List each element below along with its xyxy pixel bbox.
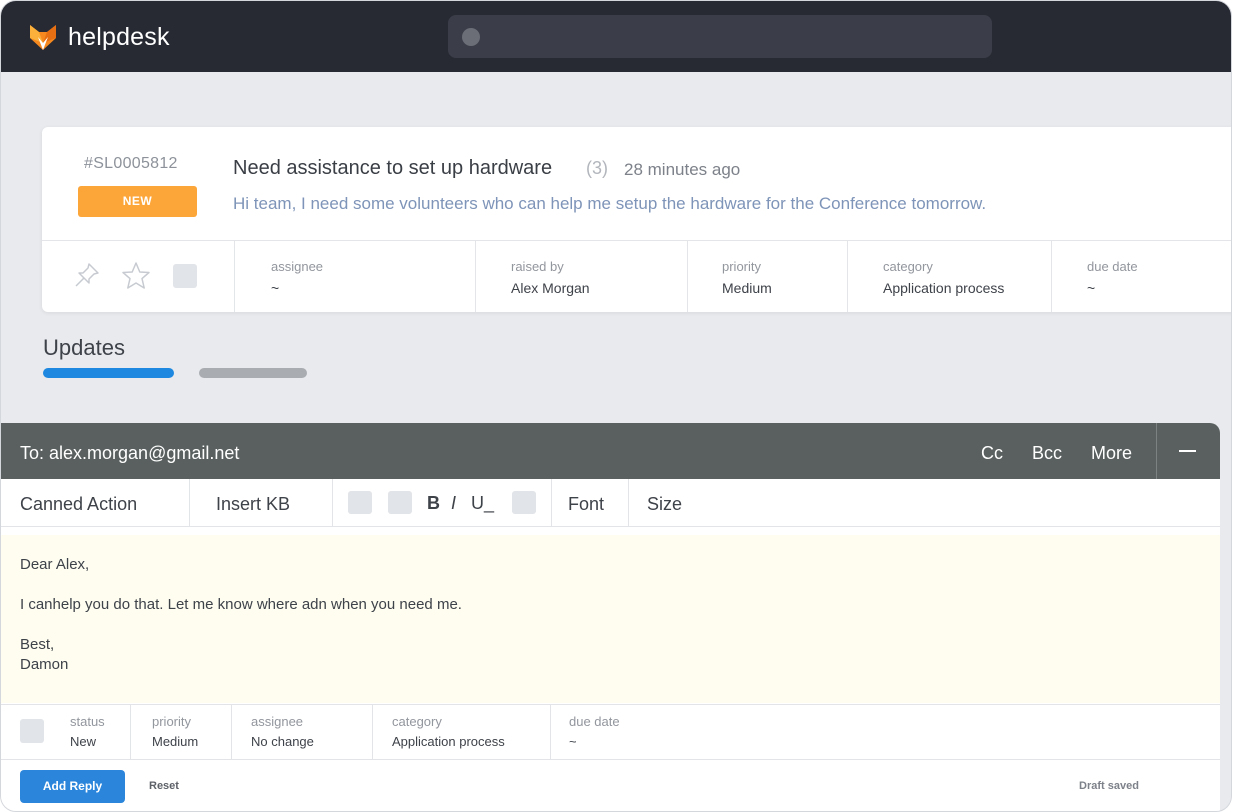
- field-value: ~: [569, 734, 577, 749]
- ticket-id: #SL0005812: [84, 155, 178, 172]
- fox-logo-icon[interactable]: [29, 23, 57, 51]
- top-bar: helpdesk: [1, 1, 1231, 72]
- toolbar-divider: [551, 479, 552, 527]
- meta-due-date[interactable]: due date ~: [1087, 259, 1138, 296]
- ticket-reply-count: (3): [586, 158, 608, 178]
- editor-line: I canhelp you do that. Let me know where…: [20, 596, 462, 613]
- to-field[interactable]: To: alex.morgan@gmail.net: [20, 443, 239, 464]
- reply-fields: status New priority Medium assignee No c…: [1, 704, 1220, 760]
- ticket-time: 28 minutes ago: [624, 160, 741, 179]
- field-value: No change: [251, 734, 314, 749]
- minimize-icon[interactable]: [1179, 450, 1196, 452]
- toolbar-divider: [332, 479, 333, 527]
- brand-name: helpdesk: [68, 23, 170, 51]
- meta-divider: [234, 241, 235, 312]
- meta-assignee[interactable]: assignee ~: [271, 259, 323, 296]
- meta-value: Medium: [722, 280, 772, 296]
- field-value: New: [70, 734, 97, 749]
- meta-label: due date: [1087, 259, 1138, 274]
- editor-signoff: Best,: [20, 636, 55, 653]
- tab-updates-active[interactable]: [43, 368, 174, 378]
- pin-icon[interactable]: [73, 261, 101, 289]
- meta-label: assignee: [271, 259, 324, 274]
- reset-button[interactable]: Reset: [149, 780, 179, 792]
- field-label: status: [70, 714, 105, 729]
- font-button[interactable]: Font: [568, 494, 604, 515]
- bold-button[interactable]: B: [427, 493, 440, 514]
- search-icon: [462, 28, 480, 46]
- meta-value: ~: [1087, 280, 1096, 296]
- field-divider: [231, 705, 232, 760]
- cc-button[interactable]: Cc: [981, 443, 1003, 464]
- meta-divider: [687, 241, 688, 312]
- helpdesk-app: helpdesk #SL0005812 NEW Need assistance …: [0, 0, 1232, 812]
- reply-editor[interactable]: Dear Alex, I canhelp you do that. Let me…: [1, 535, 1220, 703]
- meta-label: raised by: [511, 259, 564, 274]
- add-reply-button[interactable]: Add Reply: [20, 770, 125, 803]
- field-divider: [372, 705, 373, 760]
- meta-divider: [1051, 241, 1052, 312]
- meta-label: priority: [722, 259, 762, 274]
- field-category[interactable]: category Application process: [392, 714, 505, 749]
- field-priority[interactable]: priority Medium: [152, 714, 198, 749]
- size-button[interactable]: Size: [647, 494, 682, 515]
- meta-value: Application process: [883, 280, 1005, 296]
- star-icon[interactable]: [121, 261, 151, 291]
- meta-priority[interactable]: priority Medium: [722, 259, 772, 296]
- meta-divider: [475, 241, 476, 312]
- meta-value: ~: [271, 280, 280, 296]
- meta-value: Alex Morgan: [511, 280, 590, 296]
- compose-panel: To: alex.morgan@gmail.net Cc Bcc More Ca…: [1, 423, 1220, 811]
- toolbar-divider: [628, 479, 629, 527]
- tab-other[interactable]: [199, 368, 307, 378]
- field-divider: [130, 705, 131, 760]
- field-value: Medium: [152, 734, 199, 749]
- card-divider: [42, 240, 1231, 241]
- field-due-date[interactable]: due date ~: [569, 714, 620, 749]
- editor-signature: Damon: [20, 656, 69, 673]
- field-assignee[interactable]: assignee No change: [251, 714, 314, 749]
- header-divider: [1156, 423, 1157, 479]
- ticket-card: #SL0005812 NEW Need assistance to set up…: [42, 127, 1231, 312]
- field-label: assignee: [251, 714, 304, 729]
- status-badge: NEW: [78, 186, 197, 217]
- more-button[interactable]: More: [1091, 443, 1132, 464]
- field-status[interactable]: status New: [70, 714, 105, 749]
- field-label: priority: [152, 714, 192, 729]
- ticket-description: Hi team, I need some volunteers who can …: [233, 194, 987, 213]
- canned-action-button[interactable]: Canned Action: [20, 494, 137, 515]
- status-icon[interactable]: [20, 719, 44, 743]
- insert-kb-button[interactable]: Insert KB: [216, 494, 290, 515]
- draft-status: Draft saved: [1079, 780, 1139, 792]
- meta-raised-by: raised by Alex Morgan: [511, 259, 590, 296]
- editor-greeting: Dear Alex,: [20, 556, 90, 573]
- ticket-title[interactable]: Need assistance to set up hardware: [233, 157, 552, 180]
- format-tool-icon[interactable]: [348, 491, 372, 514]
- select-checkbox[interactable]: [173, 264, 197, 288]
- compose-header: To: alex.morgan@gmail.net Cc Bcc More: [1, 423, 1220, 479]
- italic-button[interactable]: I: [451, 493, 456, 514]
- format-tool-icon[interactable]: [512, 491, 536, 514]
- search-bar[interactable]: [448, 15, 992, 58]
- editor-toolbar: Canned Action Insert KB B I U_ Font Size: [1, 479, 1220, 527]
- bcc-button[interactable]: Bcc: [1032, 443, 1062, 464]
- field-label: category: [392, 714, 442, 729]
- meta-category[interactable]: category Application process: [883, 259, 1004, 296]
- field-label: due date: [569, 714, 620, 729]
- updates-heading: Updates: [43, 335, 125, 360]
- field-value: Application process: [392, 734, 505, 749]
- meta-divider: [847, 241, 848, 312]
- meta-label: category: [883, 259, 933, 274]
- underline-button[interactable]: U_: [471, 493, 494, 514]
- toolbar-divider: [189, 479, 190, 527]
- field-divider: [550, 705, 551, 760]
- format-tool-icon[interactable]: [388, 491, 412, 514]
